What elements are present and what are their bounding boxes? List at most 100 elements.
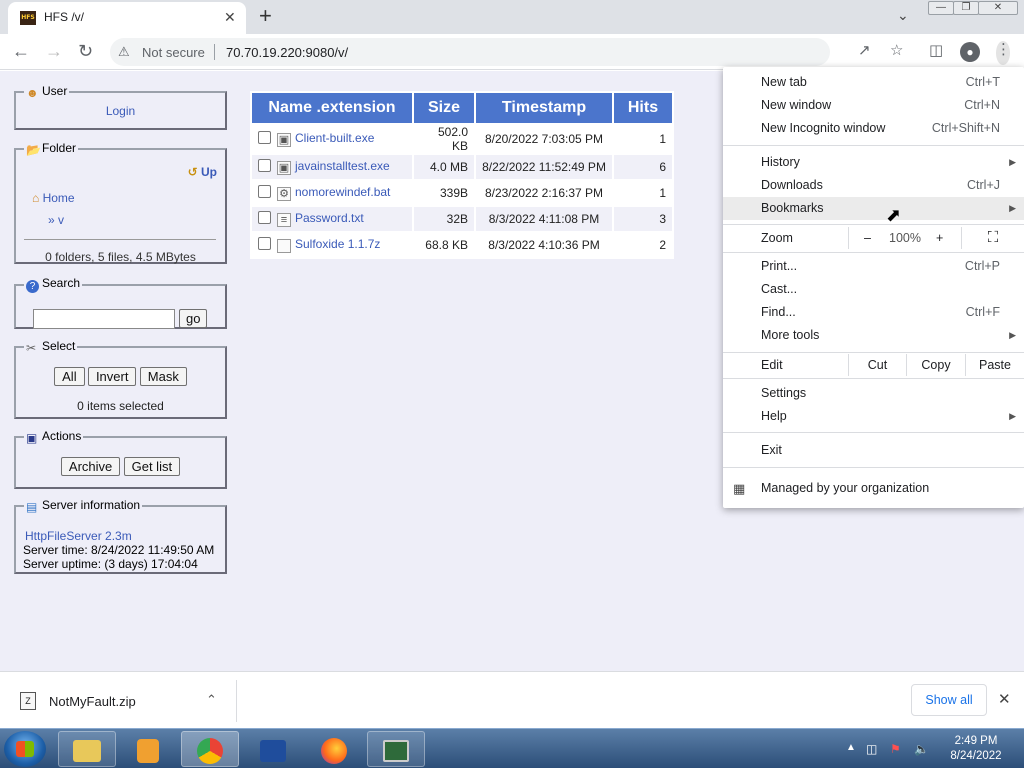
minimize-window-button[interactable]: — — [928, 1, 954, 15]
menu-item-new-incognito-window[interactable]: New Incognito window Ctrl+Shift+N — [723, 117, 1024, 140]
menu-item-print[interactable]: Print... Ctrl+P — [723, 255, 1024, 278]
forward-arrow-icon[interactable]: → — [45, 40, 63, 62]
show-hidden-icons-arrow-icon[interactable]: ▲ — [846, 742, 856, 753]
menu-item-help[interactable]: Help ▶ — [723, 405, 1024, 428]
file-name-link[interactable]: Sulfoxide 1.1.7z — [295, 237, 380, 251]
taskbar-firefox-button[interactable] — [305, 731, 363, 767]
menu-item-more-tools[interactable]: More tools ▶ — [723, 324, 1024, 347]
file-table-header-row: Name .extension Size Timestamp Hits — [252, 93, 672, 123]
side-panel-icon[interactable]: ◫ — [929, 42, 943, 60]
address-bar[interactable]: ⚠ Not secure 70.70.19.220:9080/v/ — [110, 38, 830, 66]
file-name-link[interactable]: nomorewindef.bat — [295, 185, 390, 199]
copy-button[interactable]: Copy — [906, 354, 965, 376]
menu-item-find[interactable]: Find... Ctrl+F — [723, 301, 1024, 324]
taskbar-network-tool-button[interactable] — [367, 731, 425, 767]
size-column-header[interactable]: Size — [414, 93, 474, 123]
browser-tab[interactable]: HFS HFS /v/ ✕ — [8, 2, 246, 34]
taskbar-chrome-button[interactable] — [181, 731, 239, 767]
get-list-button[interactable]: Get list — [123, 457, 181, 476]
select-all-button[interactable]: All — [54, 367, 85, 386]
zoom-out-button[interactable]: – — [864, 227, 871, 249]
start-button[interactable] — [4, 731, 46, 767]
hfs-favicon-icon: HFS — [20, 11, 36, 25]
menu-item-downloads[interactable]: Downloads Ctrl+J — [723, 174, 1024, 197]
file-size: 502.0 KB — [414, 125, 474, 153]
chrome-icon — [197, 738, 223, 765]
not-secure-label[interactable]: Not secure — [142, 45, 205, 60]
fullscreen-icon[interactable]: ⛶ — [961, 227, 1024, 249]
tab-close-icon[interactable]: ✕ — [224, 9, 236, 26]
hfs-version-link[interactable]: HttpFileServer 2.3m — [25, 529, 132, 543]
file-checkbox[interactable] — [258, 185, 271, 198]
url-text[interactable]: 70.70.19.220:9080/v/ — [226, 45, 348, 60]
new-tab-button[interactable]: + — [259, 4, 272, 28]
file-name-link[interactable]: javainstalltest.exe — [295, 159, 390, 173]
file-name-link[interactable]: Client-built.exe — [295, 131, 374, 145]
path-link-v[interactable]: » v — [48, 213, 64, 227]
warning-triangle-icon[interactable]: ⚠ — [118, 44, 130, 60]
file-hits: 1 — [614, 181, 672, 205]
file-size: 4.0 MB — [414, 155, 474, 179]
menu-item-new-tab[interactable]: New tab Ctrl+T — [723, 71, 1024, 94]
menu-item-settings[interactable]: Settings — [723, 382, 1024, 405]
download-options-chevron-icon[interactable]: ⌃ — [206, 692, 217, 708]
file-hits: 3 — [614, 207, 672, 231]
tab-strip: HFS HFS /v/ ✕ + ⌄ — ❐ ✕ — [0, 0, 1024, 34]
download-item-filename[interactable]: NotMyFault.zip — [49, 694, 136, 709]
file-size: 68.8 KB — [414, 233, 474, 257]
tab-search-chevron-icon[interactable]: ⌄ — [897, 7, 909, 24]
menu-item-managed-by-organization[interactable]: ▦ Managed by your organization — [723, 477, 1024, 500]
share-icon[interactable]: ↗ — [858, 42, 871, 60]
firefox-icon — [321, 738, 347, 765]
file-checkbox[interactable] — [258, 237, 271, 250]
volume-speaker-icon[interactable]: 🔈 — [914, 742, 929, 756]
file-hits: 2 — [614, 233, 672, 257]
file-icon — [277, 239, 291, 253]
user-legend: ☻ User — [26, 84, 68, 100]
select-invert-button[interactable]: Invert — [87, 367, 137, 386]
file-checkbox[interactable] — [258, 131, 271, 144]
taskbar-media-player-button[interactable] — [119, 731, 177, 767]
reload-icon[interactable]: ↻ — [78, 40, 93, 62]
menu-item-exit[interactable]: Exit — [723, 439, 1024, 462]
paste-button[interactable]: Paste — [965, 354, 1024, 376]
profile-avatar-icon[interactable]: ● — [960, 42, 980, 62]
select-mask-button[interactable]: Mask — [139, 367, 187, 386]
folder-icon — [73, 740, 101, 763]
action-center-flag-icon[interactable]: ⚑ — [890, 742, 901, 756]
name-column-header[interactable]: Name .extension — [252, 93, 412, 123]
up-button[interactable]: ↺ Up — [188, 165, 217, 179]
menu-item-history[interactable]: History ▶ — [723, 151, 1024, 174]
home-link[interactable]: Home — [43, 191, 75, 205]
menu-item-bookmarks[interactable]: Bookmarks ▶ — [723, 197, 1024, 220]
zoom-level: 100% — [889, 231, 921, 245]
menu-separator — [723, 252, 1024, 253]
hits-column-header[interactable]: Hits — [614, 93, 672, 123]
close-window-button[interactable]: ✕ — [978, 1, 1018, 15]
taskbar-powershell-button[interactable] — [244, 731, 302, 767]
cut-button[interactable]: Cut — [848, 354, 906, 376]
archive-button[interactable]: Archive — [60, 457, 121, 476]
login-link[interactable]: Login — [106, 104, 135, 118]
search-input[interactable] — [33, 309, 175, 329]
zip-file-icon: Z — [20, 692, 36, 710]
bat-icon: ⚙ — [277, 187, 291, 201]
menu-item-new-window[interactable]: New window Ctrl+N — [723, 94, 1024, 117]
file-checkbox[interactable] — [258, 211, 271, 224]
close-download-bar-icon[interactable]: ✕ — [998, 690, 1011, 708]
network-icon[interactable]: ◫ — [866, 742, 877, 756]
timestamp-column-header[interactable]: Timestamp — [476, 93, 612, 123]
bookmark-star-icon[interactable]: ☆ — [890, 42, 903, 60]
taskbar-explorer-button[interactable] — [58, 731, 116, 767]
kebab-menu-icon[interactable]: ⋮ — [996, 41, 1011, 65]
restore-window-button[interactable]: ❐ — [953, 1, 979, 15]
taskbar-clock[interactable]: 2:49 PM 8/24/2022 — [940, 734, 1012, 764]
zoom-in-button[interactable]: + — [936, 227, 943, 249]
folder-panel: 📂Folder ↺ Up ⌂ Home » v 0 folders, 5 fil… — [14, 141, 227, 264]
file-name-link[interactable]: Password.txt — [295, 211, 364, 225]
file-checkbox[interactable] — [258, 159, 271, 172]
search-go-button[interactable]: go — [179, 309, 208, 328]
show-all-downloads-button[interactable]: Show all — [911, 684, 987, 716]
back-arrow-icon[interactable]: ← — [12, 40, 30, 62]
menu-item-cast[interactable]: Cast... — [723, 278, 1024, 301]
